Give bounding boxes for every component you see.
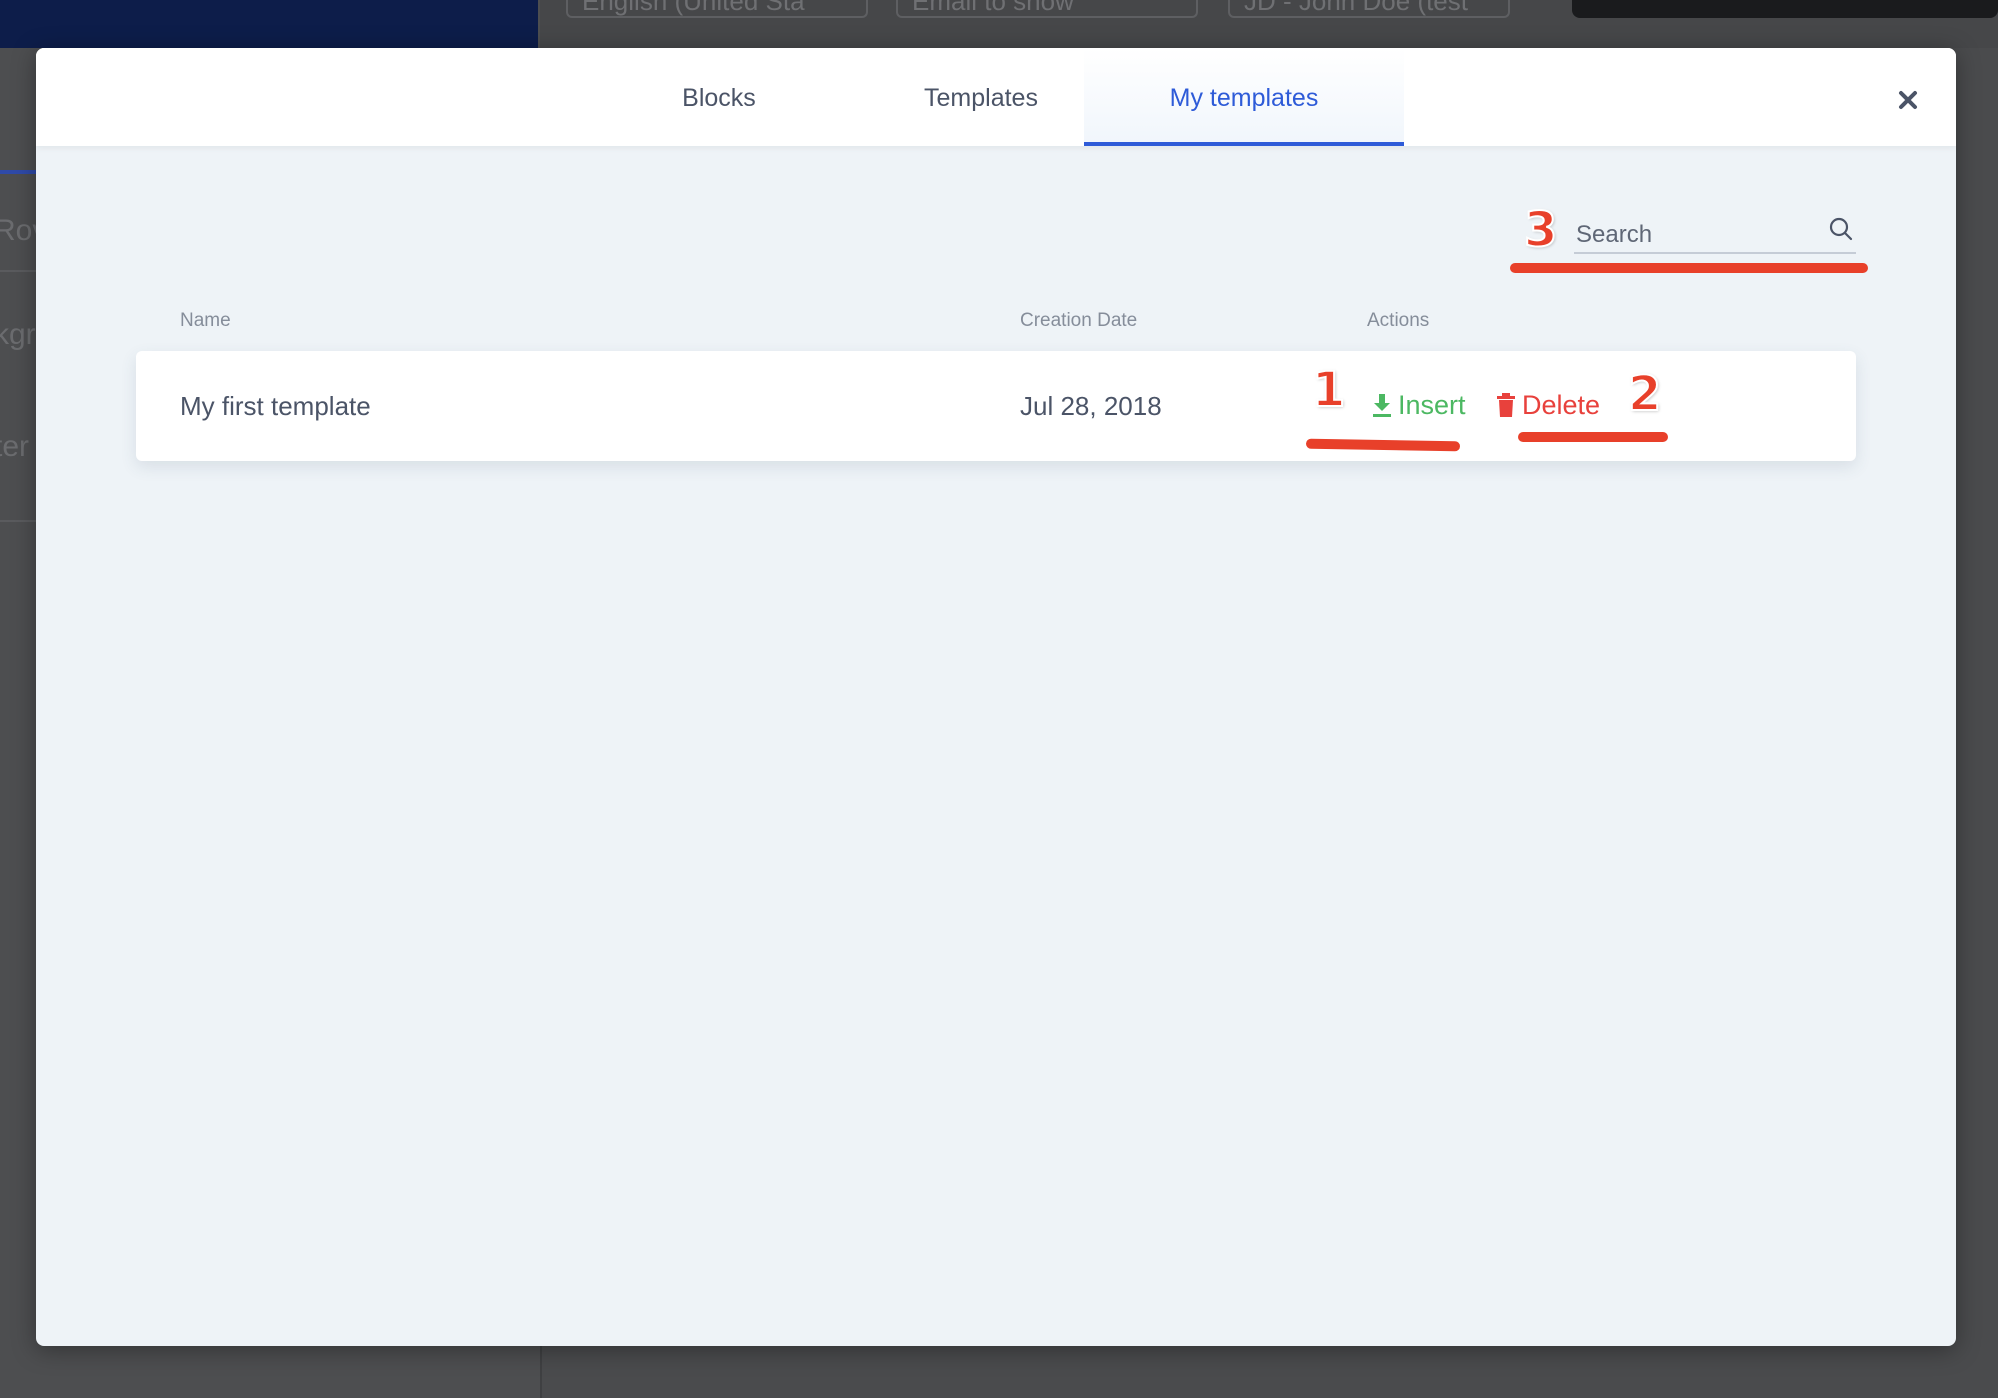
search-input[interactable] xyxy=(1574,208,1856,254)
column-header-creation-date: Creation Date xyxy=(1020,310,1138,331)
tab-my-templates[interactable]: My templates xyxy=(1084,48,1404,146)
screen: English (United Sta Email to show JD - J… xyxy=(0,0,1998,1398)
close-button[interactable] xyxy=(1896,88,1920,112)
delete-button[interactable]: Delete xyxy=(1496,387,1600,423)
background-user-select: JD - John Doe (test xyxy=(1228,0,1510,18)
annotation-number-3: 3 xyxy=(1523,202,1558,258)
annotation-number-2: 2 xyxy=(1627,366,1662,422)
search-box xyxy=(1574,208,1856,254)
trash-icon xyxy=(1497,393,1515,417)
background-brand-bar xyxy=(0,0,538,48)
background-left-text: ter xyxy=(0,430,30,463)
close-icon xyxy=(1899,91,1917,109)
insert-label: Insert xyxy=(1398,390,1466,420)
annotation-number-1: 1 xyxy=(1311,362,1346,418)
background-left-divider xyxy=(0,520,40,522)
templates-modal: Blocks Templates My templates Name Creat… xyxy=(36,48,1956,1346)
delete-label: Delete xyxy=(1522,390,1601,420)
insert-button[interactable]: Insert xyxy=(1372,387,1466,423)
template-creation-date: Jul 28, 2018 xyxy=(1020,391,1162,421)
annotation-underline-search xyxy=(1510,263,1868,273)
search-icon[interactable] xyxy=(1828,216,1854,242)
modal-header: Blocks Templates My templates xyxy=(36,48,1956,146)
tab-blocks[interactable]: Blocks xyxy=(596,48,842,146)
download-icon xyxy=(1373,394,1391,417)
background-left-divider xyxy=(0,270,40,272)
table-row: My first template Jul 28, 2018 Insert De… xyxy=(136,351,1856,461)
column-header-name: Name xyxy=(180,310,231,331)
background-left-accent xyxy=(0,170,40,174)
background-language-select: English (United Sta xyxy=(566,0,868,18)
tab-templates[interactable]: Templates xyxy=(846,48,1116,146)
background-left-text: kgr xyxy=(0,318,36,351)
column-header-actions: Actions xyxy=(1367,310,1430,331)
background-email-select: Email to show xyxy=(896,0,1198,18)
annotation-underline-delete xyxy=(1518,432,1668,442)
template-name: My first template xyxy=(180,391,371,421)
background-dark-button xyxy=(1572,0,1998,18)
